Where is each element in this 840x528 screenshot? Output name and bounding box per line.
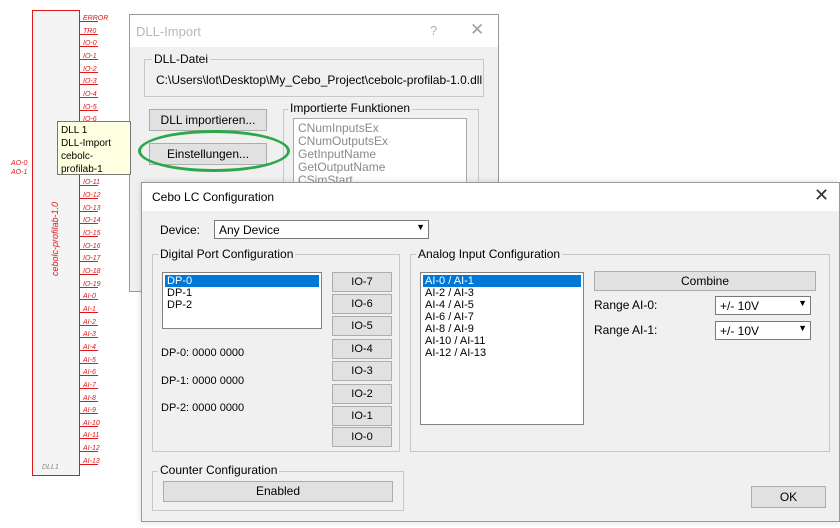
pin-label[interactable]: AI-10 — [83, 420, 100, 428]
help-button[interactable]: ? — [430, 23, 437, 38]
device-value: Any Device — [219, 223, 280, 237]
pin-label[interactable]: TR0 — [83, 28, 96, 36]
dp-item[interactable]: DP-0 — [165, 275, 319, 287]
dll-import-title: DLL-Import — [136, 24, 202, 39]
counter-enabled-button[interactable]: Enabled — [163, 481, 393, 502]
pin-label[interactable]: IO-17 — [83, 255, 101, 263]
pin-label[interactable]: AI-11 — [83, 432, 99, 440]
pin-label[interactable]: AO-0 — [11, 160, 27, 168]
io-4-button[interactable]: IO-4 — [332, 339, 392, 359]
highlight-oval — [138, 130, 290, 172]
chevron-down-icon: ▼ — [798, 323, 807, 333]
ai-item[interactable]: AI-4 / AI-5 — [423, 299, 476, 311]
chevron-down-icon: ▼ — [798, 298, 807, 308]
range-ai1-label: Range AI-1: — [594, 323, 658, 337]
dp-item[interactable]: DP-2 — [165, 299, 194, 311]
pin-label[interactable]: IO-16 — [83, 243, 101, 251]
pin-label[interactable]: IO-11 — [83, 179, 100, 187]
device-select[interactable]: Any Device ▼ — [214, 220, 429, 239]
ok-button[interactable]: OK — [751, 486, 826, 508]
dll-block-footer: DLL1 — [42, 464, 59, 471]
pin-label[interactable]: IO-3 — [83, 78, 97, 86]
digital-port-label: Digital Port Configuration — [158, 247, 296, 261]
pin-label[interactable]: AI-6 — [83, 369, 96, 377]
dll-import-close-button[interactable]: ✕ — [470, 20, 484, 40]
dp2-state: DP-2: 0000 0000 — [161, 402, 245, 414]
dll-file-group-label: DLL-Datei — [152, 52, 211, 66]
ai-item[interactable]: AI-0 / AI-1 — [423, 275, 581, 287]
io-2-button[interactable]: IO-2 — [332, 384, 392, 404]
range-ai0-value: +/- 10V — [720, 299, 760, 313]
dll-import-titlebar[interactable]: DLL-Import ? ✕ — [130, 15, 498, 47]
io-1-button[interactable]: IO-1 — [332, 406, 392, 426]
pin-label[interactable]: AI-1 — [83, 306, 96, 314]
io-6-button[interactable]: IO-6 — [332, 294, 392, 314]
cebo-config-dialog: Cebo LC Configuration ✕ Device: Any Devi… — [141, 182, 840, 522]
pin-label[interactable]: IO-0 — [83, 40, 97, 48]
pin-label[interactable]: IO-15 — [83, 230, 101, 238]
dll-block-title: cebolc-profilab-1.0 — [50, 201, 60, 277]
pin-label[interactable]: AI-12 — [83, 445, 100, 453]
tooltip-line: cebolc-profilab-1 — [61, 151, 103, 175]
pin-label[interactable]: ERROR — [83, 15, 108, 23]
pin-label[interactable]: AI-3 — [83, 331, 96, 339]
pin-label[interactable]: AI-9 — [83, 407, 96, 415]
cebo-title: Cebo LC Configuration — [152, 190, 275, 204]
imported-functions-label: Importierte Funktionen — [288, 101, 413, 115]
pin-label[interactable]: AI-0 — [83, 293, 96, 301]
dll-path-text: C:\Users\lot\Desktop\My_Cebo_Project\ceb… — [156, 73, 483, 87]
pin-label[interactable]: AI-2 — [83, 319, 96, 327]
pin-label[interactable]: AI-8 — [83, 395, 96, 403]
ai-item[interactable]: AI-6 / AI-7 — [423, 311, 476, 323]
ai-item[interactable]: AI-10 / AI-11 — [423, 335, 487, 347]
cebo-close-button[interactable]: ✕ — [814, 185, 829, 206]
combine-button[interactable]: Combine — [594, 271, 816, 291]
dll-import-button[interactable]: DLL importieren... — [149, 109, 267, 131]
pin-label[interactable]: AI-4 — [83, 344, 96, 352]
ai-item[interactable]: AI-8 / AI-9 — [423, 323, 476, 335]
pin-label[interactable]: AI-7 — [83, 382, 96, 390]
ai-item[interactable]: AI-2 / AI-3 — [423, 287, 476, 299]
cebo-titlebar[interactable]: Cebo LC Configuration ✕ — [142, 183, 839, 211]
range-ai0-label: Range AI-0: — [594, 298, 658, 312]
pin-label[interactable]: IO-1 — [83, 53, 97, 61]
io-3-button[interactable]: IO-3 — [332, 361, 392, 381]
dp1-state: DP-1: 0000 0000 — [161, 375, 245, 387]
counter-label: Counter Configuration — [158, 463, 280, 477]
device-label: Device: — [160, 223, 201, 237]
io-5-button[interactable]: IO-5 — [332, 316, 392, 336]
io-0-button[interactable]: IO-0 — [332, 427, 392, 447]
pin-label[interactable]: IO-2 — [83, 66, 97, 74]
range-ai0-select[interactable]: +/- 10V ▼ — [715, 296, 811, 315]
dp0-state: DP-0: 0000 0000 — [161, 347, 245, 359]
tooltip-line: DLL 1 — [61, 125, 88, 136]
pin-label[interactable]: IO-4 — [83, 91, 97, 99]
pin-label[interactable]: AI-13 — [83, 458, 100, 466]
pin-label[interactable]: AO-1 — [11, 169, 27, 177]
io-7-button[interactable]: IO-7 — [332, 272, 392, 292]
pin-label[interactable]: AI-5 — [83, 357, 96, 365]
dll-tooltip: DLL 1 DLL-Import cebolc-profilab-1 — [57, 121, 131, 175]
imported-functions-list[interactable]: CNumInputsEx CNumOutputsEx GetInputName … — [293, 118, 467, 190]
analog-input-label: Analog Input Configuration — [416, 247, 563, 261]
range-ai1-select[interactable]: +/- 10V ▼ — [715, 321, 811, 340]
dp-item[interactable]: DP-1 — [165, 287, 194, 299]
pin-label[interactable]: IO-18 — [83, 268, 101, 276]
pin-label[interactable]: IO-12 — [83, 192, 101, 200]
dp-listbox[interactable]: DP-0 DP-1 DP-2 — [162, 272, 322, 329]
pin-label[interactable]: IO-19 — [83, 281, 101, 289]
chevron-down-icon: ▼ — [416, 222, 425, 232]
ai-item[interactable]: AI-12 / AI-13 — [423, 347, 488, 359]
pin-label[interactable]: IO-14 — [83, 217, 101, 225]
tooltip-line: DLL-Import — [61, 138, 112, 149]
pin-label[interactable]: IO-13 — [83, 205, 101, 213]
range-ai1-value: +/- 10V — [720, 324, 760, 338]
ai-listbox[interactable]: AI-0 / AI-1 AI-2 / AI-3 AI-4 / AI-5 AI-6… — [420, 272, 584, 425]
pin-label[interactable]: IO-5 — [83, 104, 97, 112]
